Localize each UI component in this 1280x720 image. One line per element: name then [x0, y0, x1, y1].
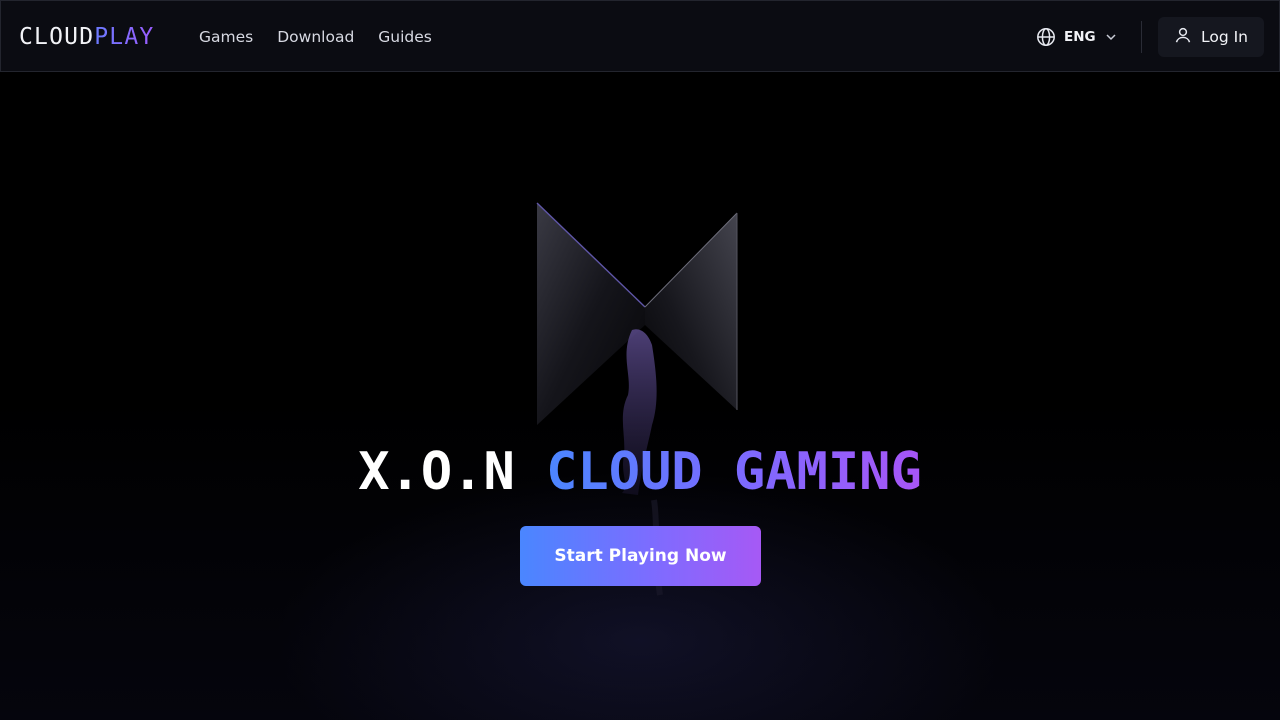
logo-text-play: PLAY [94, 24, 155, 50]
globe-icon [1036, 27, 1056, 47]
main-nav: Games Download Guides [199, 25, 432, 49]
top-navbar: CLOUD PLAY Games Download Guides ENG Log… [0, 0, 1280, 72]
login-button[interactable]: Log In [1158, 17, 1264, 57]
logo-text-cloud: CLOUD [19, 24, 95, 50]
start-playing-button[interactable]: Start Playing Now [520, 526, 761, 586]
nav-divider [1141, 21, 1142, 53]
nav-link-guides[interactable]: Guides [378, 25, 432, 49]
login-label: Log In [1200, 28, 1248, 46]
page: CLOUD PLAY Games Download Guides ENG Log… [0, 0, 1280, 720]
user-icon [1174, 26, 1192, 48]
hero-title: X.O.N CLOUD GAMING [0, 442, 1280, 502]
nav-link-games[interactable]: Games [199, 25, 253, 49]
cloudplay-logo[interactable]: CLOUD PLAY [19, 23, 154, 51]
hero-title-part1: X.O.N [358, 442, 515, 502]
language-label: ENG [1064, 29, 1096, 45]
nav-link-download[interactable]: Download [277, 25, 354, 49]
chevron-down-icon [1104, 30, 1118, 44]
hero-title-part2: CLOUD GAMING [546, 442, 922, 502]
language-selector[interactable]: ENG [1036, 25, 1118, 49]
